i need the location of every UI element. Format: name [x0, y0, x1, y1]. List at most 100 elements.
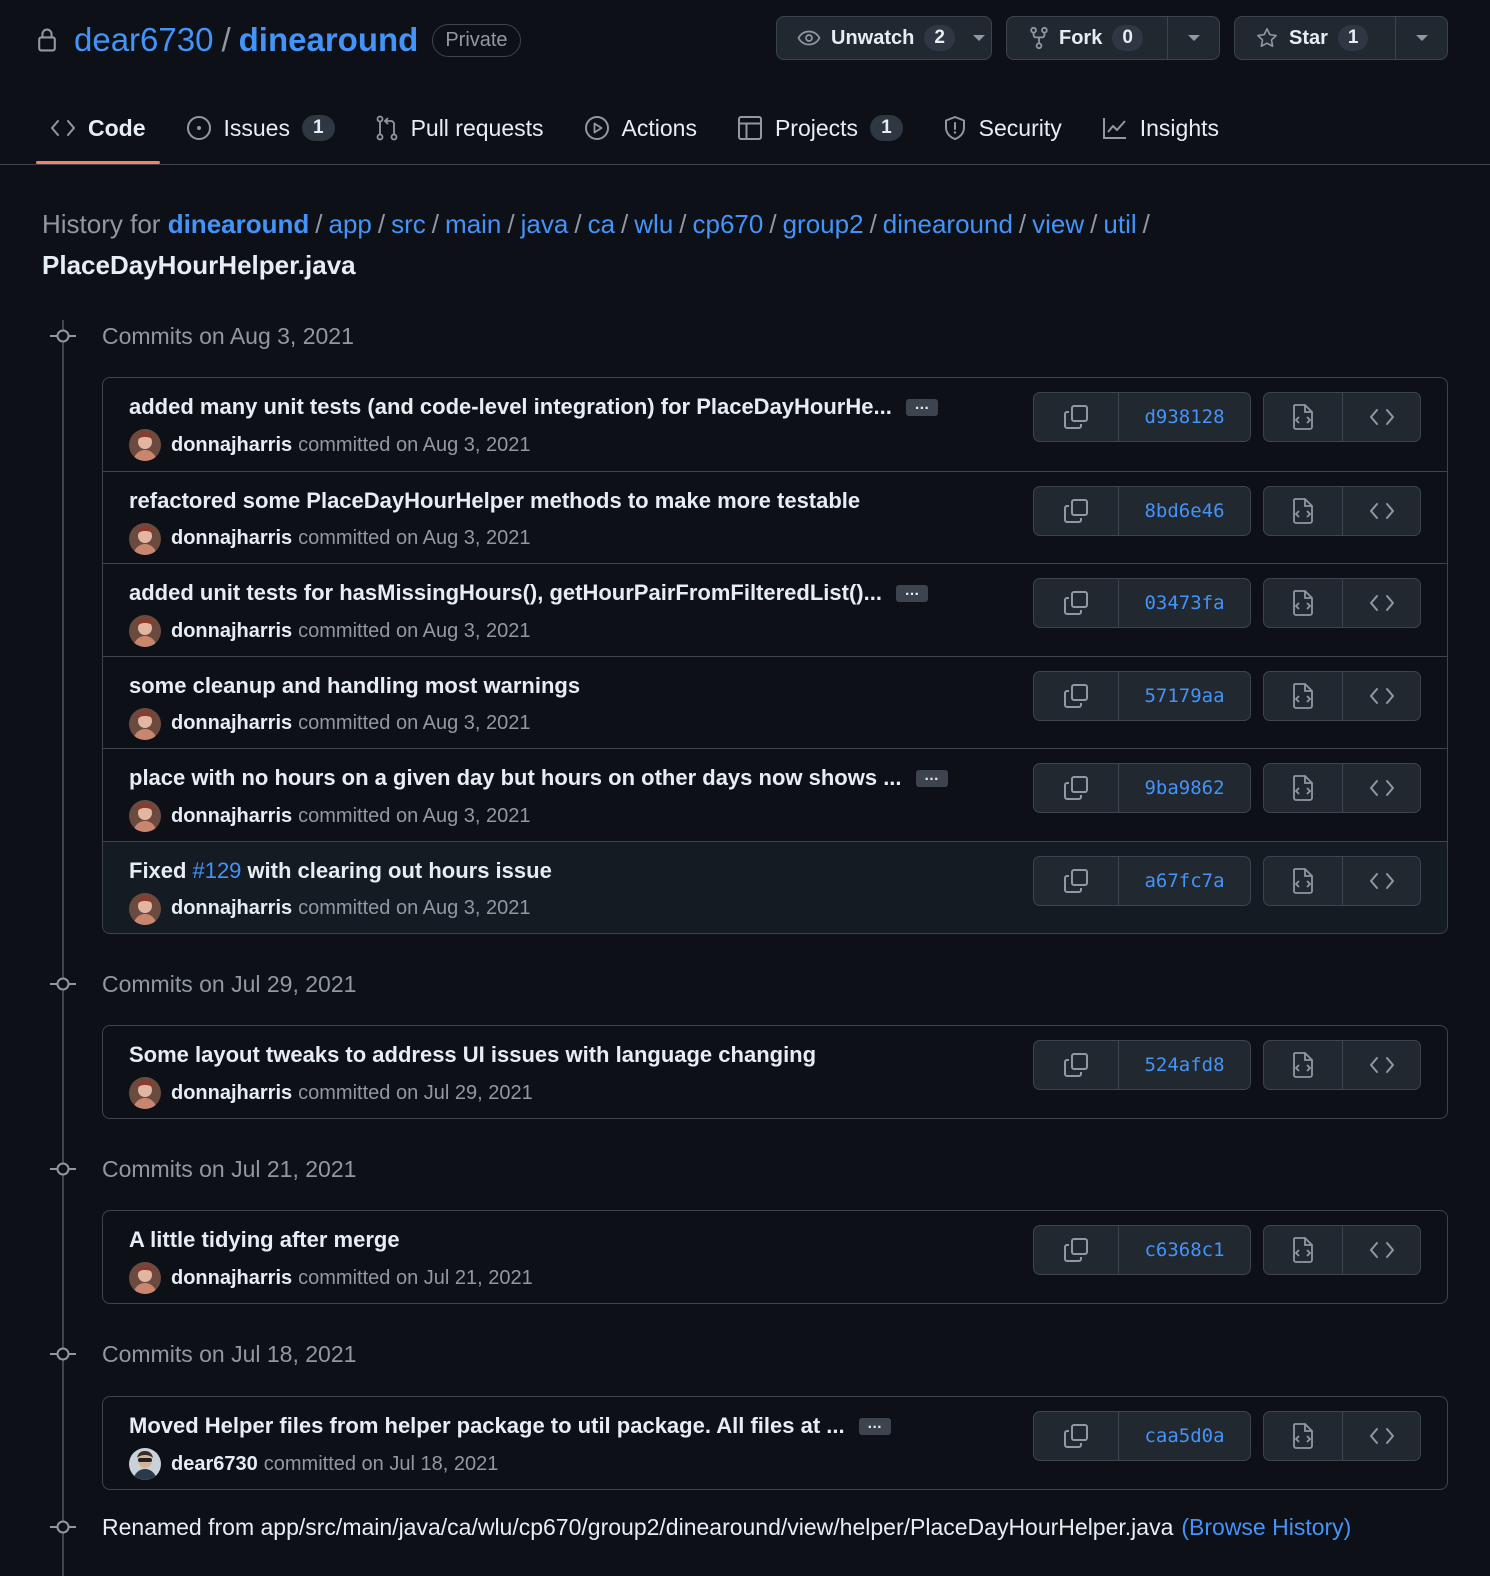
- breadcrumb-item[interactable]: view: [1032, 209, 1084, 239]
- commit-message[interactable]: refactored some PlaceDayHourHelper metho…: [129, 488, 860, 514]
- view-file-at-commit-button[interactable]: [1264, 672, 1342, 720]
- commit-sha-link[interactable]: a67fc7a: [1118, 856, 1250, 905]
- commit-message-text[interactable]: refactored some PlaceDayHourHelper metho…: [129, 488, 860, 514]
- commit-message-text[interactable]: Some layout tweaks to address UI issues …: [129, 1042, 816, 1068]
- unwatch-button[interactable]: Unwatch 2: [777, 17, 967, 59]
- browse-repo-at-commit-button[interactable]: [1342, 486, 1420, 535]
- issue-reference-link[interactable]: #129: [192, 858, 241, 884]
- commit-sha-link[interactable]: 524afd8: [1118, 1041, 1250, 1089]
- copy-sha-button[interactable]: [1034, 1226, 1118, 1274]
- tab-actions[interactable]: Actions: [570, 92, 711, 164]
- expand-message-button[interactable]: …: [915, 768, 948, 787]
- commit-message[interactable]: A little tidying after merge: [129, 1227, 400, 1253]
- commit-author-link[interactable]: donnajharris: [171, 434, 292, 457]
- copy-sha-button[interactable]: [1034, 857, 1118, 905]
- commit-author-link[interactable]: donnajharris: [171, 1082, 292, 1105]
- commit-author-link[interactable]: donnajharris: [171, 620, 292, 643]
- star-button[interactable]: Star 1: [1235, 17, 1395, 59]
- commit-message-text[interactable]: A little tidying after merge: [129, 1227, 400, 1253]
- commit-sha-link[interactable]: 57179aa: [1118, 671, 1250, 720]
- browse-repo-at-commit-button[interactable]: [1342, 671, 1420, 720]
- fork-button[interactable]: Fork 0: [1007, 17, 1167, 59]
- avatar[interactable]: [129, 707, 161, 740]
- avatar[interactable]: [129, 1077, 161, 1109]
- browse-repo-at-commit-button[interactable]: [1342, 856, 1420, 905]
- copy-sha-button[interactable]: [1034, 1412, 1118, 1460]
- avatar[interactable]: [129, 615, 161, 647]
- commit-author-link[interactable]: donnajharris: [171, 1267, 292, 1290]
- commit-sha-link[interactable]: c6368c1: [1118, 1226, 1250, 1274]
- breadcrumb-item[interactable]: ca: [588, 209, 615, 239]
- copy-sha-button[interactable]: [1034, 393, 1118, 441]
- breadcrumb-item[interactable]: app: [329, 209, 372, 239]
- commit-message[interactable]: Fixed #129 with clearing out hours issue: [129, 858, 552, 884]
- browse-repo-at-commit-button[interactable]: [1342, 393, 1420, 441]
- commit-sha-link[interactable]: 8bd6e46: [1118, 486, 1250, 535]
- commit-message-text[interactable]: place with no hours on a given day but h…: [129, 765, 902, 791]
- commit-sha-link[interactable]: 9ba9862: [1118, 764, 1250, 812]
- copy-sha-button[interactable]: [1034, 764, 1118, 812]
- commit-message-text[interactable]: added unit tests for hasMissingHours(), …: [129, 580, 882, 606]
- tab-issues[interactable]: Issues 1: [172, 92, 349, 164]
- browse-repo-at-commit-button[interactable]: [1342, 1041, 1420, 1089]
- commit-sha-link[interactable]: d938128: [1118, 393, 1250, 441]
- commit-message-text[interactable]: added many unit tests (and code-level in…: [129, 394, 892, 420]
- view-file-at-commit-button[interactable]: [1264, 1412, 1342, 1460]
- copy-sha-button[interactable]: [1034, 672, 1118, 720]
- breadcrumb-root[interactable]: dinearound: [168, 209, 310, 239]
- commit-sha-link[interactable]: 03473fa: [1118, 579, 1250, 627]
- repo-owner-link[interactable]: dear6730: [74, 21, 213, 59]
- avatar[interactable]: [129, 429, 161, 461]
- avatar[interactable]: [129, 522, 161, 555]
- watch-dropdown-button[interactable]: [967, 17, 991, 59]
- expand-message-button[interactable]: …: [858, 1416, 891, 1435]
- browse-repo-at-commit-button[interactable]: [1342, 1226, 1420, 1274]
- tab-code[interactable]: Code: [36, 92, 160, 164]
- browse-repo-at-commit-button[interactable]: [1342, 1412, 1420, 1460]
- view-file-at-commit-button[interactable]: [1264, 1041, 1342, 1089]
- tab-security[interactable]: Security: [929, 92, 1076, 164]
- breadcrumb-item[interactable]: java: [521, 209, 569, 239]
- view-file-at-commit-button[interactable]: [1264, 487, 1342, 535]
- copy-sha-button[interactable]: [1034, 579, 1118, 627]
- breadcrumb-item[interactable]: main: [445, 209, 501, 239]
- commit-author-link[interactable]: donnajharris: [171, 527, 292, 550]
- commit-message-text[interactable]: some cleanup and handling most warnings: [129, 673, 580, 699]
- commit-message[interactable]: some cleanup and handling most warnings: [129, 673, 580, 699]
- tab-projects[interactable]: Projects 1: [723, 92, 917, 164]
- commit-author-link[interactable]: dear6730: [171, 1453, 258, 1476]
- browse-history-link[interactable]: (Browse History): [1181, 1514, 1351, 1541]
- commit-sha-link[interactable]: caa5d0a: [1118, 1412, 1250, 1460]
- copy-sha-button[interactable]: [1034, 487, 1118, 535]
- breadcrumb-item[interactable]: cp670: [693, 209, 764, 239]
- commit-author-link[interactable]: donnajharris: [171, 897, 292, 920]
- commit-message[interactable]: Moved Helper files from helper package t…: [129, 1413, 891, 1439]
- view-file-at-commit-button[interactable]: [1264, 393, 1342, 441]
- expand-message-button[interactable]: …: [895, 583, 928, 602]
- commit-message-text[interactable]: Fixed: [129, 858, 186, 884]
- breadcrumb-item[interactable]: wlu: [634, 209, 673, 239]
- browse-repo-at-commit-button[interactable]: [1342, 579, 1420, 627]
- view-file-at-commit-button[interactable]: [1264, 1226, 1342, 1274]
- commit-author-link[interactable]: donnajharris: [171, 805, 292, 828]
- breadcrumb-item[interactable]: dinearound: [883, 209, 1013, 239]
- view-file-at-commit-button[interactable]: [1264, 857, 1342, 905]
- commit-message[interactable]: added unit tests for hasMissingHours(), …: [129, 580, 928, 606]
- copy-sha-button[interactable]: [1034, 1041, 1118, 1089]
- commit-message[interactable]: place with no hours on a given day but h…: [129, 765, 948, 791]
- commit-author-link[interactable]: donnajharris: [171, 712, 292, 735]
- expand-message-button[interactable]: …: [905, 397, 938, 416]
- commit-message[interactable]: Some layout tweaks to address UI issues …: [129, 1042, 816, 1068]
- fork-dropdown-button[interactable]: [1167, 17, 1219, 59]
- avatar[interactable]: [129, 800, 161, 832]
- avatar[interactable]: [129, 1448, 161, 1480]
- star-dropdown-button[interactable]: [1395, 17, 1447, 59]
- commit-message-text[interactable]: Moved Helper files from helper package t…: [129, 1413, 845, 1439]
- breadcrumb-item[interactable]: src: [391, 209, 426, 239]
- avatar[interactable]: [129, 892, 161, 925]
- browse-repo-at-commit-button[interactable]: [1342, 764, 1420, 812]
- commit-message[interactable]: added many unit tests (and code-level in…: [129, 394, 938, 420]
- breadcrumb-item[interactable]: util: [1103, 209, 1136, 239]
- tab-insights[interactable]: Insights: [1088, 92, 1233, 164]
- tab-pull-requests[interactable]: Pull requests: [361, 92, 558, 164]
